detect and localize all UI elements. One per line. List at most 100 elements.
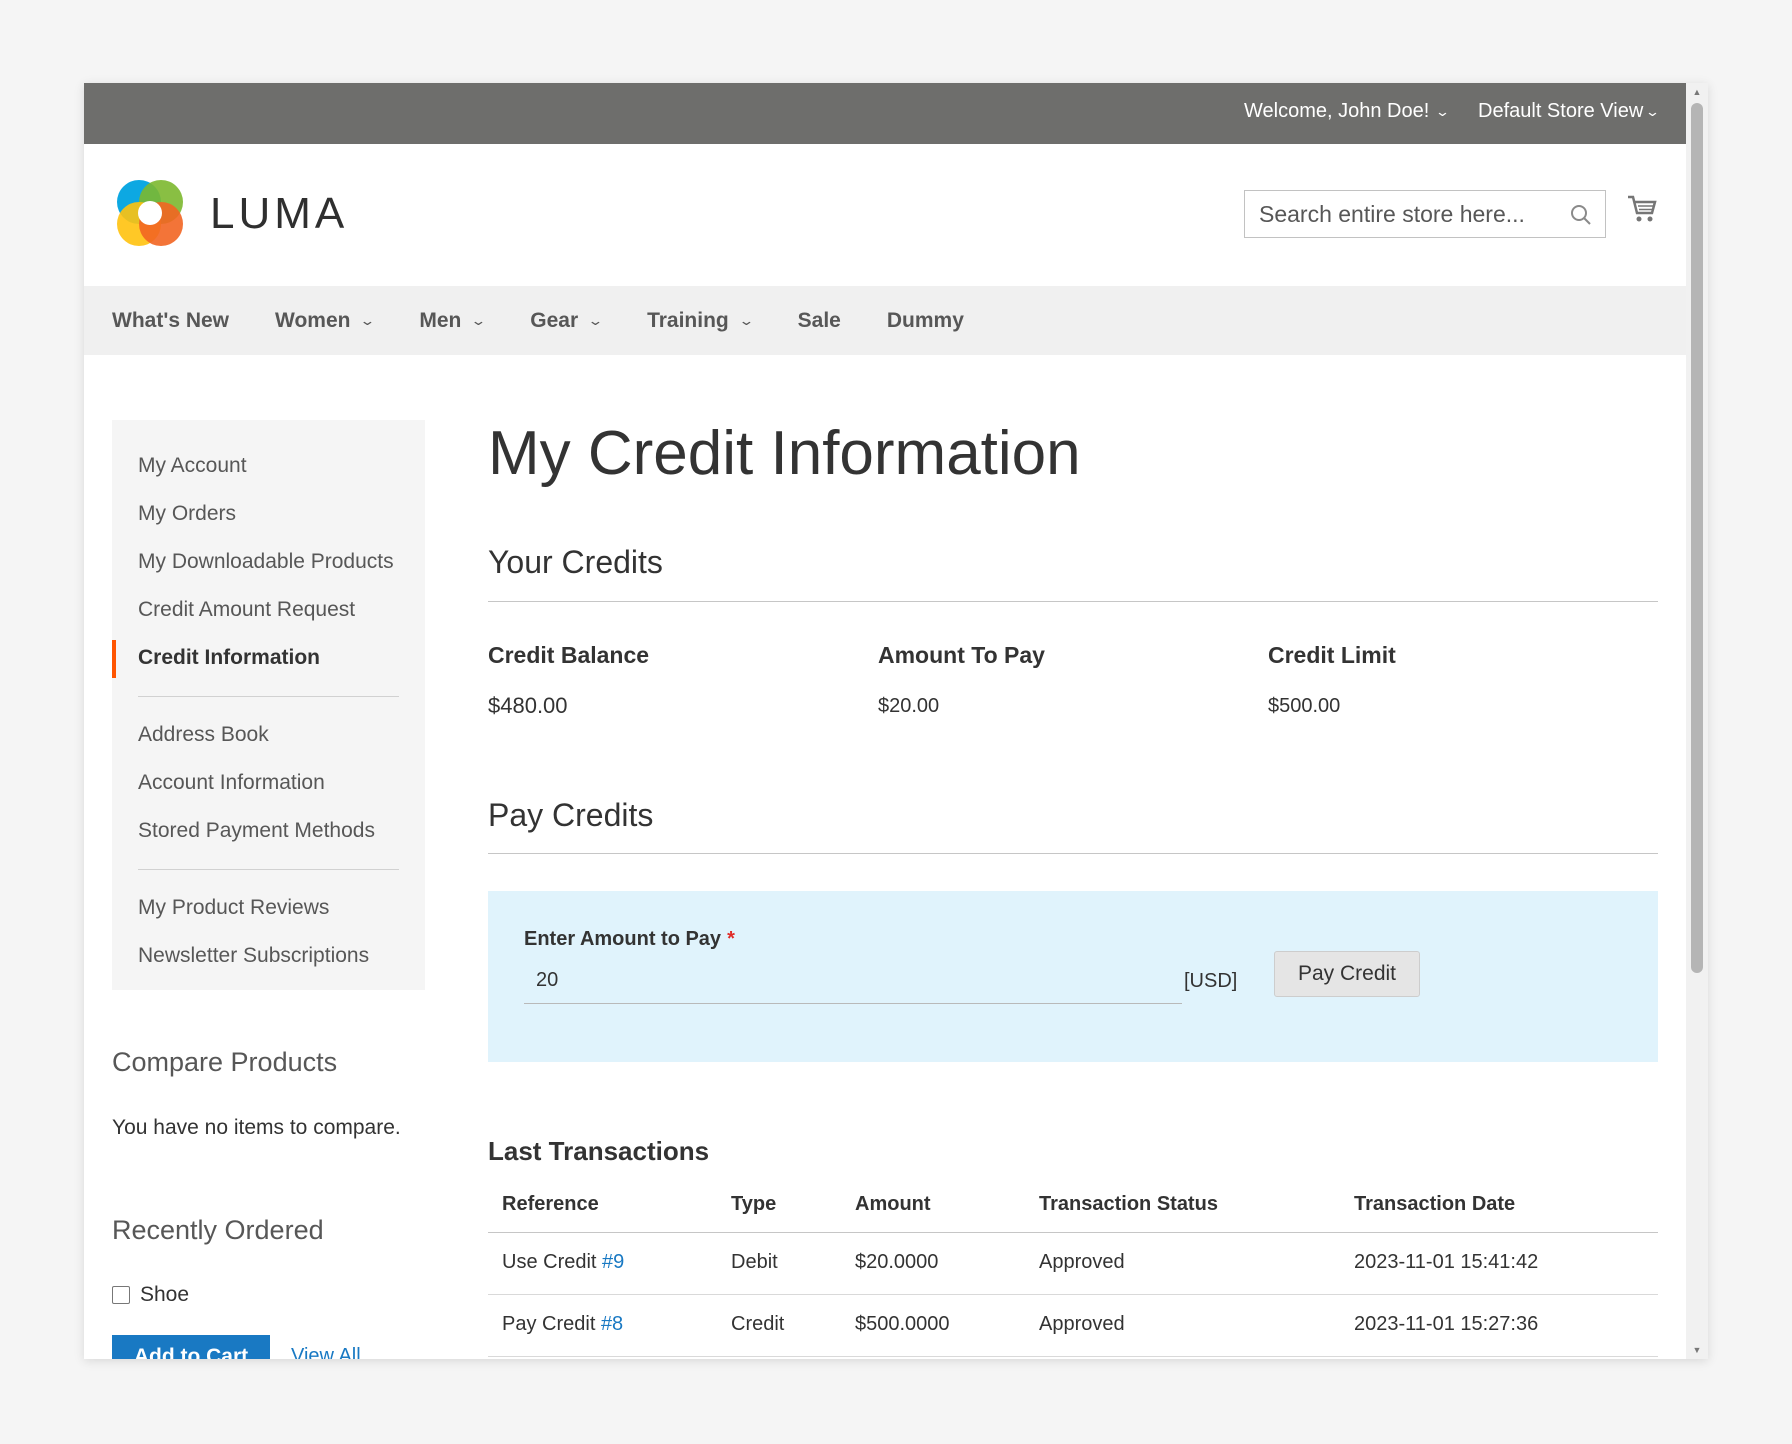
nav-label: Dummy bbox=[886, 308, 964, 332]
row-status: Approved bbox=[1039, 1251, 1125, 1273]
row-reference: Pay Credit #8 bbox=[502, 1313, 623, 1336]
row-status: Approved bbox=[1039, 1313, 1125, 1335]
compare-products-title: Compare Products bbox=[112, 1047, 338, 1077]
table-row: Use Credit #9 Debit $20.0000 Approved 20… bbox=[488, 1233, 1658, 1295]
nav-item-gear[interactable]: Gear ⌄ bbox=[530, 308, 604, 333]
main-navigation: What's New Women ⌄ Men ⌄ Gear ⌄ Training ⌄ S… bbox=[84, 286, 1686, 355]
compare-empty-text: You have no items to compare. bbox=[112, 1116, 401, 1139]
account-sidebar: My Account My Orders My Downloadable Pro… bbox=[112, 420, 425, 990]
recent-item-checkbox[interactable] bbox=[112, 1286, 130, 1304]
sidebar-item-stored-payment-methods[interactable]: Stored Payment Methods bbox=[112, 807, 425, 855]
page-content: Welcome, John Doe! ⌄ Default Store View … bbox=[84, 83, 1686, 1359]
chevron-down-icon: ⌄ bbox=[738, 312, 755, 328]
column-header-amount: Amount bbox=[855, 1193, 931, 1215]
browser-window: Welcome, John Doe! ⌄ Default Store View … bbox=[84, 83, 1708, 1359]
search-box[interactable] bbox=[1244, 190, 1606, 238]
store-view-switcher[interactable]: Default Store View ⌄ bbox=[1478, 100, 1661, 123]
transactions-table: Reference Type Amount Transaction Status… bbox=[488, 1181, 1658, 1357]
site-header: LUMA bbox=[84, 144, 1686, 286]
nav-label: Training bbox=[647, 308, 729, 332]
nav-label: What's New bbox=[112, 308, 230, 332]
recent-item: Shoe bbox=[112, 1283, 189, 1307]
nav-item-training[interactable]: Training ⌄ bbox=[647, 308, 755, 333]
scrollbar-thumb[interactable] bbox=[1691, 103, 1703, 973]
scroll-up-arrow-icon[interactable]: ▲ bbox=[1686, 83, 1708, 101]
row-date: 2023-11-01 15:27:36 bbox=[1354, 1313, 1539, 1335]
nav-label: Women bbox=[275, 308, 351, 332]
column-header-date: Transaction Date bbox=[1354, 1193, 1516, 1215]
amount-to-pay-value: $20.00 bbox=[878, 695, 940, 717]
nav-item-whats-new[interactable]: What's New bbox=[112, 309, 229, 333]
sidebar-divider bbox=[138, 696, 399, 697]
vertical-scrollbar[interactable]: ▲ ▼ bbox=[1686, 83, 1708, 1359]
add-to-cart-button[interactable]: Add to Cart bbox=[112, 1335, 270, 1359]
row-date: 2023-11-01 15:41:42 bbox=[1354, 1251, 1539, 1273]
sidebar-item-credit-amount-request[interactable]: Credit Amount Request bbox=[112, 586, 425, 634]
pay-credit-form: Enter Amount to Pay* [USD] Pay Credit bbox=[488, 891, 1658, 1062]
view-all-link[interactable]: View All bbox=[291, 1345, 361, 1359]
search-input[interactable] bbox=[1259, 200, 1559, 228]
sidebar-item-address-book[interactable]: Address Book bbox=[112, 711, 425, 759]
pay-amount-input[interactable] bbox=[524, 958, 1182, 1004]
sidebar-divider bbox=[138, 869, 399, 870]
page-title: My Credit Information bbox=[488, 419, 1081, 488]
nav-item-sale[interactable]: Sale bbox=[798, 309, 841, 333]
chevron-down-icon: ⌄ bbox=[1645, 103, 1661, 119]
last-transactions-title: Last Transactions bbox=[488, 1136, 710, 1166]
amount-to-pay-label: Amount To Pay bbox=[878, 642, 1045, 668]
search-icon[interactable] bbox=[1569, 203, 1593, 227]
pay-amount-label: Enter Amount to Pay * bbox=[524, 928, 735, 951]
store-view-text: Default Store View bbox=[1478, 100, 1644, 122]
sidebar-item-account-information[interactable]: Account Information bbox=[112, 759, 425, 807]
column-header-type: Type bbox=[731, 1193, 777, 1215]
nav-item-dummy[interactable]: Dummy bbox=[887, 309, 964, 333]
pay-amount-label-text: Enter Amount to Pay bbox=[524, 928, 722, 950]
row-type: Debit bbox=[731, 1251, 778, 1273]
recently-ordered-title: Recently Ordered bbox=[112, 1215, 324, 1245]
nav-label: Gear bbox=[530, 308, 579, 332]
currency-label: [USD] bbox=[1184, 970, 1238, 992]
row-amount: $500.0000 bbox=[855, 1313, 950, 1335]
chevron-down-icon: ⌄ bbox=[470, 312, 488, 328]
credit-balance-value: $480.00 bbox=[488, 693, 568, 718]
row-type: Credit bbox=[731, 1313, 785, 1335]
credit-balance-label: Credit Balance bbox=[488, 642, 650, 668]
nav-item-women[interactable]: Women ⌄ bbox=[275, 308, 377, 333]
sidebar-item-my-account[interactable]: My Account bbox=[112, 442, 425, 490]
top-bar: Welcome, John Doe! ⌄ Default Store View … bbox=[84, 83, 1686, 144]
logo-icon bbox=[117, 180, 183, 246]
chevron-down-icon: ⌄ bbox=[587, 312, 604, 328]
luma-logo[interactable]: LUMA bbox=[112, 176, 348, 252]
sidebar-item-my-orders[interactable]: My Orders bbox=[112, 490, 425, 538]
column-header-status: Transaction Status bbox=[1039, 1193, 1218, 1215]
recent-item-label: Shoe bbox=[140, 1283, 190, 1306]
reference-link[interactable]: #9 bbox=[602, 1251, 624, 1273]
pay-credit-button[interactable]: Pay Credit bbox=[1274, 951, 1420, 997]
credit-limit-value: $500.00 bbox=[1268, 695, 1341, 717]
scroll-down-arrow-icon[interactable]: ▼ bbox=[1686, 1341, 1708, 1359]
welcome-dropdown[interactable]: Welcome, John Doe! ⌄ bbox=[1244, 100, 1451, 123]
your-credits-title: Your Credits bbox=[488, 544, 663, 580]
column-header-reference: Reference bbox=[502, 1193, 599, 1215]
sidebar-item-credit-information[interactable]: Credit Information bbox=[112, 634, 425, 682]
welcome-text: Welcome, John Doe! bbox=[1244, 100, 1430, 122]
sidebar-item-newsletter-subscriptions[interactable]: Newsletter Subscriptions bbox=[112, 932, 425, 980]
sidebar-item-downloadable-products[interactable]: My Downloadable Products bbox=[112, 538, 425, 586]
required-marker: * bbox=[727, 928, 735, 950]
chevron-down-icon: ⌄ bbox=[1435, 103, 1451, 119]
reference-text: Pay Credit bbox=[502, 1313, 596, 1335]
table-row: Pay Credit #8 Credit $500.0000 Approved … bbox=[488, 1295, 1658, 1357]
table-header: Reference Type Amount Transaction Status… bbox=[488, 1181, 1658, 1233]
sidebar-item-product-reviews[interactable]: My Product Reviews bbox=[112, 884, 425, 932]
pay-credits-title: Pay Credits bbox=[488, 797, 654, 833]
row-amount: $20.0000 bbox=[855, 1251, 939, 1273]
nav-item-men[interactable]: Men ⌄ bbox=[419, 309, 488, 333]
reference-link[interactable]: #8 bbox=[601, 1313, 623, 1335]
chevron-down-icon: ⌄ bbox=[359, 312, 377, 328]
section-divider bbox=[488, 853, 1658, 854]
nav-label: Sale bbox=[797, 308, 841, 332]
cart-icon[interactable] bbox=[1626, 194, 1658, 224]
credit-limit-label: Credit Limit bbox=[1268, 642, 1396, 668]
logo-text: LUMA bbox=[210, 189, 349, 238]
row-reference: Use Credit #9 bbox=[502, 1251, 624, 1274]
